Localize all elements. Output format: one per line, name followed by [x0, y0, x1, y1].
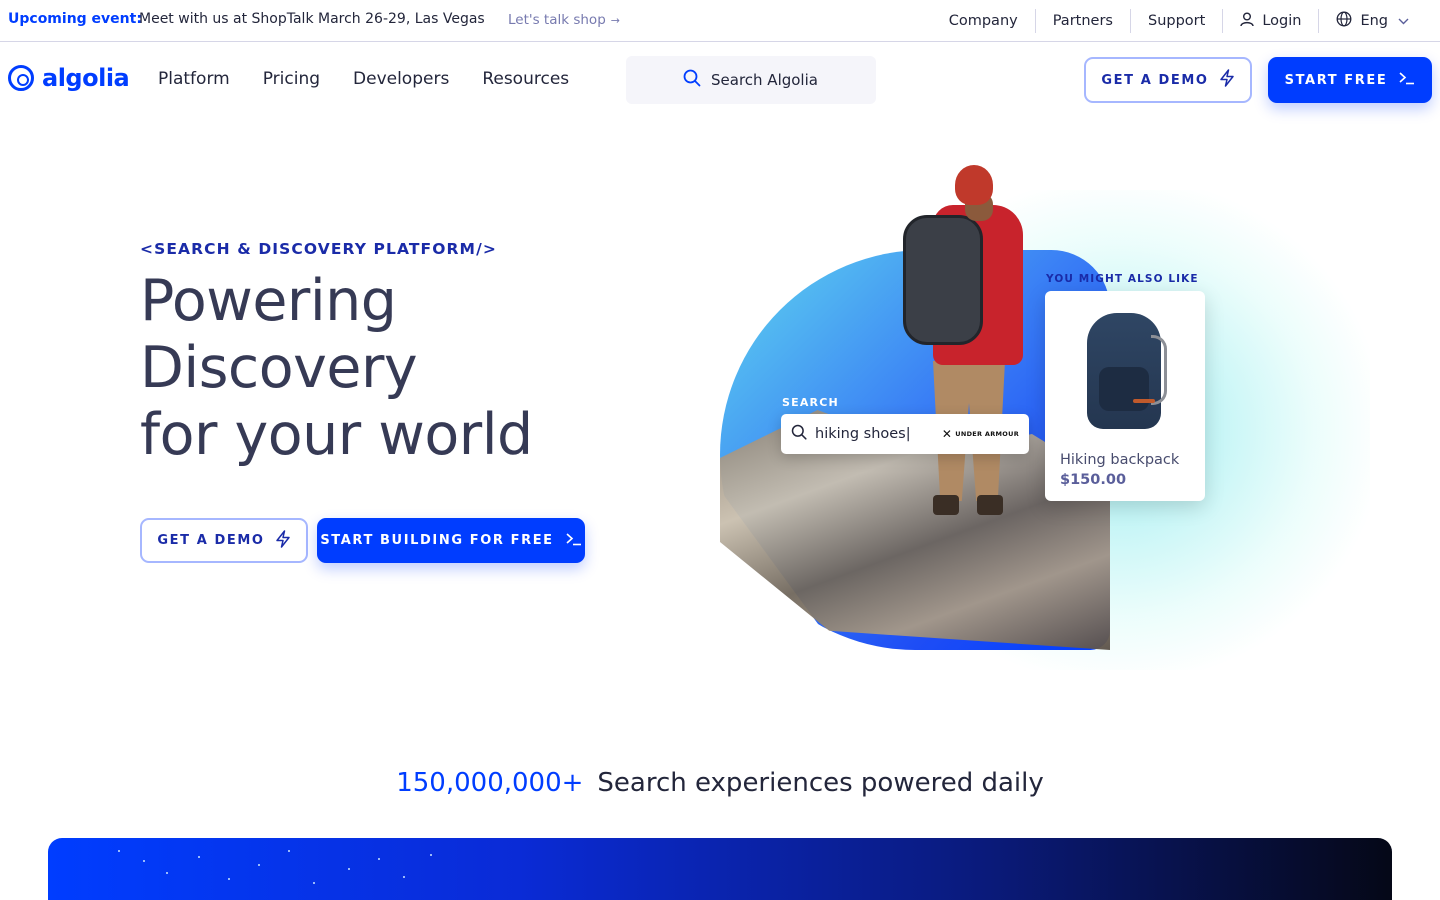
search-icon — [683, 69, 701, 91]
stats-line: 150,000,000+ Search experiences powered … — [0, 768, 1440, 798]
hiker-illustration — [895, 165, 1035, 525]
company-link[interactable]: Company — [932, 9, 1036, 33]
nav-resources[interactable]: Resources — [482, 69, 569, 89]
star-dot — [403, 876, 405, 878]
star-dot — [166, 872, 168, 874]
backpack-product-image — [1081, 307, 1169, 433]
event-link[interactable]: Let's talk shop → — [508, 12, 620, 28]
star-dot — [228, 878, 230, 880]
star-dot — [118, 850, 120, 852]
lightning-icon — [275, 529, 291, 552]
logo-wordmark: algolia — [42, 64, 130, 92]
search-icon — [791, 424, 807, 444]
hiker-beanie — [955, 165, 993, 205]
star-dot — [288, 850, 290, 852]
product-price: $150.00 — [1060, 472, 1127, 488]
star-dot — [258, 864, 260, 866]
announcement-bar: Upcoming event: Meet with us at ShopTalk… — [0, 0, 1440, 42]
login-label: Login — [1262, 13, 1302, 29]
search-input[interactable] — [711, 71, 819, 89]
stats-number: 150,000,000+ — [396, 768, 584, 798]
terminal-icon — [566, 532, 582, 550]
backpack-accent — [1133, 399, 1155, 403]
hero-get-demo-label: GET A DEMO — [157, 533, 265, 548]
language-selector[interactable]: Eng — [1319, 9, 1426, 33]
star-dot — [378, 858, 380, 860]
algolia-logo[interactable]: algolia — [8, 64, 130, 92]
star-dot — [143, 860, 145, 862]
product-card: Hiking backpack $150.00 — [1045, 291, 1205, 501]
brand-name: UNDER ARMOUR — [955, 430, 1019, 438]
hiker-boot — [933, 495, 959, 515]
star-dot — [198, 856, 200, 858]
nav-developers[interactable]: Developers — [353, 69, 449, 89]
product-name: Hiking backpack — [1060, 452, 1180, 468]
demo-search-card: hiking shoes| ✕ UNDER ARMOUR — [781, 414, 1029, 454]
event-label: Upcoming event: — [8, 11, 142, 27]
partners-link[interactable]: Partners — [1036, 9, 1131, 33]
demo-search-label: SEARCH — [782, 396, 839, 409]
language-label: Eng — [1360, 13, 1388, 29]
dark-feature-band — [48, 838, 1392, 900]
search-box[interactable] — [626, 56, 876, 104]
primary-links: Platform Pricing Developers Resources — [158, 69, 569, 89]
event-text: Meet with us at ShopTalk March 26-29, La… — [139, 11, 485, 27]
hiker-boot — [977, 495, 1003, 515]
stats-text: Search experiences powered daily — [597, 768, 1044, 798]
hero-visual: SEARCH hiking shoes| ✕ UNDER ARMOUR YOU … — [700, 150, 1400, 690]
nav-get-demo-button[interactable]: GET A DEMO — [1084, 57, 1252, 103]
algolia-logo-icon — [8, 65, 34, 91]
nav-start-free-button[interactable]: START FREE — [1268, 57, 1432, 103]
under-armour-logo-icon: ✕ — [941, 427, 953, 441]
nav-platform[interactable]: Platform — [158, 69, 230, 89]
hero-start-building-button[interactable]: START BUILDING FOR FREE — [317, 518, 585, 563]
globe-icon — [1336, 11, 1352, 31]
terminal-icon — [1399, 71, 1415, 89]
nav-start-free-label: START FREE — [1284, 72, 1388, 88]
utility-nav: Company Partners Support Login Eng — [932, 0, 1426, 42]
headline-line-3: for your world — [140, 402, 533, 468]
arrow-right-icon: → — [610, 13, 620, 27]
chevron-down-icon — [1398, 15, 1409, 28]
support-link[interactable]: Support — [1131, 9, 1224, 33]
star-dot — [430, 854, 432, 856]
lightning-icon — [1219, 69, 1235, 91]
hiker-backpack — [903, 215, 983, 345]
nav-pricing[interactable]: Pricing — [263, 69, 320, 89]
backpack-strap — [1151, 335, 1167, 405]
hero-get-demo-button[interactable]: GET A DEMO — [140, 518, 308, 563]
headline-line-1: Powering — [140, 268, 397, 334]
hero-eyebrow: <SEARCH & DISCOVERY PLATFORM/> — [140, 240, 497, 258]
star-dot — [313, 882, 315, 884]
user-icon — [1240, 12, 1255, 31]
demo-search-query: hiking shoes| — [815, 426, 911, 442]
backpack-pocket — [1099, 367, 1149, 411]
hero-start-building-label: START BUILDING FOR FREE — [320, 533, 554, 548]
headline-line-2: Discovery — [140, 335, 418, 401]
login-link[interactable]: Login — [1223, 9, 1320, 33]
main-nav: algolia Platform Pricing Developers Reso… — [0, 42, 1440, 118]
brand-logo: ✕ UNDER ARMOUR — [942, 427, 1019, 441]
hero-headline: Powering Discovery for your world — [140, 268, 660, 469]
recommendation-label: YOU MIGHT ALSO LIKE — [1046, 273, 1199, 285]
nav-get-demo-label: GET A DEMO — [1101, 72, 1209, 88]
event-link-label: Let's talk shop — [508, 12, 606, 28]
star-dot — [348, 868, 350, 870]
